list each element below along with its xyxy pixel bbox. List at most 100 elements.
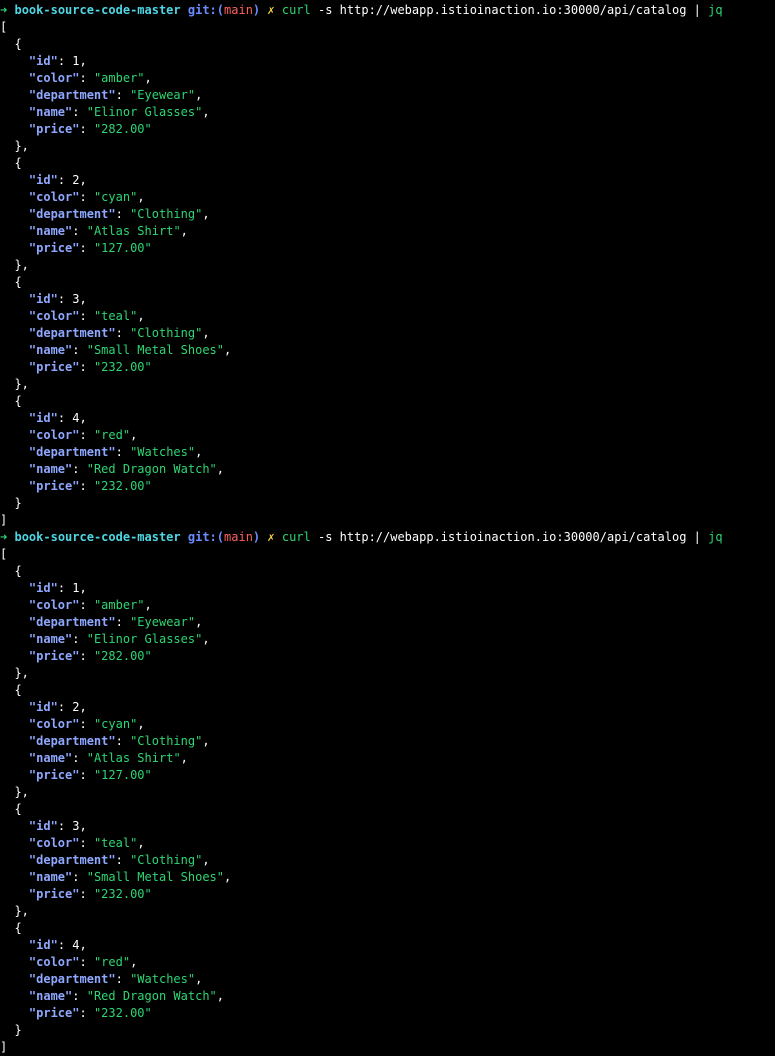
json-key: "color" xyxy=(28,71,80,85)
json-field-price: "price": "282.00" xyxy=(28,122,152,136)
json-quote: " xyxy=(137,598,145,612)
json-number-value: 3 xyxy=(72,819,80,833)
json-number-value: 2 xyxy=(72,700,80,714)
json-quote: " xyxy=(195,326,203,340)
json-key: "name" xyxy=(28,870,73,884)
json-quote: " xyxy=(86,224,94,238)
json-object-close: }, xyxy=(0,138,775,155)
prompt-line: ➜ book-source-code-master git:(main) ✗ c… xyxy=(0,529,775,546)
git-label: git: xyxy=(187,3,217,17)
dirty-marker-icon: ✗ xyxy=(267,530,275,544)
json-key: "name" xyxy=(28,462,73,476)
json-string-value: 127.00 xyxy=(101,768,145,782)
json-key: "name" xyxy=(28,989,73,1003)
json-field-price: "price": "232.00" xyxy=(28,887,152,901)
json-quote: " xyxy=(130,717,138,731)
command-name: curl xyxy=(281,530,311,544)
json-key: "color" xyxy=(28,428,80,442)
json-string-value: cyan xyxy=(101,190,131,204)
json-quote: " xyxy=(187,615,196,629)
json-field-color: "color": "amber", xyxy=(28,598,152,612)
pipe-target: jq xyxy=(708,3,723,17)
json-key: "color" xyxy=(28,955,80,969)
json-object-close: }, xyxy=(0,665,775,682)
json-string-value: Small Metal Shoes xyxy=(93,343,217,357)
open-brace: { xyxy=(0,37,22,51)
json-key: "price" xyxy=(28,122,80,136)
json-key: "name" xyxy=(28,632,73,646)
json-quote: " xyxy=(195,207,203,221)
json-quote: " xyxy=(144,768,152,782)
json-field-department: "department": "Eyewear", xyxy=(28,615,203,629)
json-quote: " xyxy=(86,632,94,646)
json-string-value: 232.00 xyxy=(101,1006,145,1020)
json-object-close: } xyxy=(0,495,775,512)
close-brace: }, xyxy=(0,258,29,272)
json-quote: " xyxy=(144,360,152,374)
json-string-value: Red Dragon Watch xyxy=(93,989,210,1003)
json-number-value: 2 xyxy=(72,173,80,187)
command-name: curl xyxy=(281,3,311,17)
close-brace: }, xyxy=(0,377,29,391)
json-quote: " xyxy=(173,224,181,238)
json-quote: " xyxy=(144,122,152,136)
json-key: "id" xyxy=(28,581,58,595)
json-string-value: 232.00 xyxy=(101,887,145,901)
json-string-value: 232.00 xyxy=(101,360,145,374)
json-key: "department" xyxy=(28,445,116,459)
json-key: "department" xyxy=(28,972,116,986)
json-field-department: "department": "Clothing", xyxy=(28,853,210,867)
json-string-value: teal xyxy=(101,309,131,323)
json-field-name: "name": "Red Dragon Watch", xyxy=(28,462,225,476)
json-object-open: { xyxy=(0,801,775,818)
json-object-open: { xyxy=(0,393,775,410)
json-field-price: "price": "282.00" xyxy=(28,649,152,663)
json-string-value: Red Dragon Watch xyxy=(93,462,210,476)
json-quote: " xyxy=(209,989,217,1003)
json-string-value: Small Metal Shoes xyxy=(93,870,217,884)
json-quote: " xyxy=(130,836,138,850)
json-field-department: "department": "Clothing", xyxy=(28,734,210,748)
json-object-open: { xyxy=(0,920,775,937)
json-key: "name" xyxy=(28,751,73,765)
json-string-value: amber xyxy=(101,71,138,85)
json-field-price: "price": "232.00" xyxy=(28,1006,152,1020)
branch-open-paren: ( xyxy=(216,3,225,17)
terminal-window[interactable]: ➜ book-source-code-master git:(main) ✗ c… xyxy=(0,0,775,1054)
json-quote: " xyxy=(195,853,203,867)
json-string-value: Elinor Glasses xyxy=(93,632,196,646)
open-brace: { xyxy=(0,275,22,289)
close-brace: }, xyxy=(0,785,29,799)
json-array-open: [ xyxy=(0,19,775,36)
json-string-value: red xyxy=(101,955,123,969)
git-branch: main xyxy=(224,530,253,544)
current-directory: book-source-code-master xyxy=(14,3,181,17)
json-quote: " xyxy=(144,479,152,493)
json-quote: " xyxy=(86,462,94,476)
json-field-department: "department": "Clothing", xyxy=(28,326,210,340)
json-field-department: "department": "Watches", xyxy=(28,445,203,459)
json-field-color: "color": "amber", xyxy=(28,71,152,85)
json-quote: " xyxy=(86,870,94,884)
json-field-color: "color": "cyan", xyxy=(28,190,145,204)
json-key: "id" xyxy=(28,292,58,306)
json-field-color: "color": "teal", xyxy=(28,309,145,323)
json-key: "price" xyxy=(28,887,80,901)
json-string-value: cyan xyxy=(101,717,131,731)
branch-close-paren: ) xyxy=(252,530,261,544)
json-quote: " xyxy=(187,88,196,102)
json-string-value: amber xyxy=(101,598,138,612)
json-number-value: 4 xyxy=(72,411,80,425)
json-quote: " xyxy=(209,462,217,476)
branch-close-paren: ) xyxy=(252,3,261,17)
json-string-value: Eyewear xyxy=(137,88,188,102)
json-field-name: "name": "Elinor Glasses", xyxy=(28,105,210,119)
json-string-value: Clothing xyxy=(137,207,196,221)
json-quote: " xyxy=(144,649,152,663)
json-key: "department" xyxy=(28,734,116,748)
json-key: "id" xyxy=(28,938,58,952)
open-brace: { xyxy=(0,802,22,816)
json-array-close: ] xyxy=(0,512,775,529)
json-quote: " xyxy=(216,343,225,357)
json-key: "color" xyxy=(28,598,80,612)
